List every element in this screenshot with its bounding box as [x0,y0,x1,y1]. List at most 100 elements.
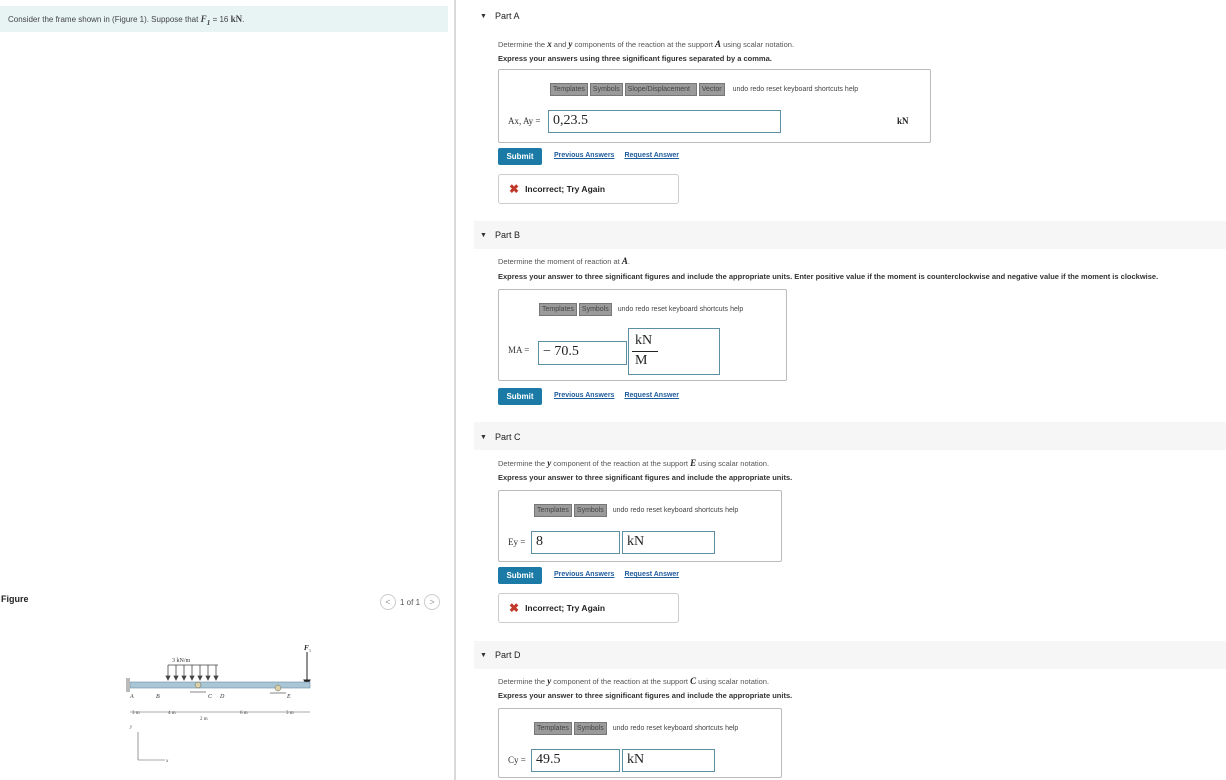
unit-numerator: kN [635,333,653,348]
part-b-band [474,221,1226,249]
point-b: B [156,694,160,700]
force-arrow [303,652,311,686]
undo-button[interactable]: undo [733,86,749,93]
symbols-button[interactable]: Symbols [589,83,623,96]
request-answer-link[interactable]: Request Answer [624,152,679,159]
part-a-feedback: ✖ Incorrect; Try Again [498,174,679,204]
axes [137,732,165,761]
templates-button[interactable]: Templates [539,303,577,316]
redo-button[interactable]: redo [630,725,644,732]
reset-button[interactable]: reset [646,507,662,514]
reset-button[interactable]: reset [766,86,782,93]
roller-support-e [274,684,282,692]
point-d: D [219,694,225,700]
force-subscript: 1 [206,17,211,27]
redo-button[interactable]: redo [630,507,644,514]
collapse-icon[interactable]: ▼ [480,13,487,20]
part-c-value-input[interactable]: 8 [531,531,620,554]
part-a-header[interactable]: ▼ Part A [480,11,519,21]
part-d-header[interactable]: ▼ Part D [480,650,520,660]
dim-bc: 4 m [168,711,176,716]
keyboard-shortcuts-button[interactable]: keyboard shortcuts [669,306,728,313]
previous-answers-link[interactable]: Previous Answers [554,392,614,399]
vector-button[interactable]: Vector [698,83,725,96]
redo-button[interactable]: redo [750,86,764,93]
part-b-value-input[interactable]: − 70.5 [538,341,627,365]
part-d-title: Part D [494,650,521,660]
previous-answers-link[interactable]: Previous Answers [554,152,614,159]
part-b-links: Previous Answers Request Answer [554,392,679,399]
part-b-answer-box: Templates Symbols undo redo reset keyboa… [498,289,787,381]
part-b-header[interactable]: ▼ Part B [480,230,520,240]
keyboard-shortcuts-button[interactable]: keyboard shortcuts [664,507,723,514]
previous-answers-link[interactable]: Previous Answers [554,571,614,578]
help-button[interactable]: help [845,86,858,93]
symbols-button[interactable]: Symbols [578,303,612,316]
axis-x-label: x [165,759,169,764]
templates-button[interactable]: Templates [550,83,588,96]
reset-button[interactable]: reset [646,725,662,732]
figure-label: Figure [1,594,29,604]
request-answer-link[interactable]: Request Answer [624,392,679,399]
symbols-button[interactable]: Symbols [573,504,607,517]
dim-ef: 3 m [286,711,294,716]
request-answer-link[interactable]: Request Answer [624,571,679,578]
undo-button[interactable]: undo [613,725,629,732]
keyboard-shortcuts-button[interactable]: keyboard shortcuts [784,86,843,93]
part-b-submit-button[interactable]: Submit [498,388,542,405]
part-d-unit-input[interactable]: kN [622,749,715,772]
part-d-band [474,641,1226,669]
undo-button[interactable]: undo [618,306,634,313]
part-c-instruction: Express your answer to three significant… [498,473,793,482]
part-d-var-label: Cy = [508,755,526,765]
part-d-answer-box: Templates Symbols undo redo reset keyboa… [498,708,782,778]
collapse-icon[interactable]: ▼ [480,652,487,659]
reset-button[interactable]: reset [651,306,667,313]
distributed-load [165,664,219,681]
part-d-value-input[interactable]: 49.5 [531,749,620,772]
part-d-description: Determine the y component of the reactio… [498,676,770,686]
part-c-title: Part C [494,432,521,442]
help-button[interactable]: help [725,507,738,514]
part-b-var-label: MA = [508,345,530,355]
symbols-button[interactable]: Symbols [573,722,607,735]
point-c: C [208,694,213,700]
prev-figure-icon[interactable]: < [380,594,396,610]
help-button[interactable]: help [730,306,743,313]
force-value: = 16 [212,15,229,24]
incorrect-icon: ✖ [509,182,520,196]
part-a-submit-button[interactable]: Submit [498,148,542,165]
keyboard-shortcuts-button[interactable]: keyboard shortcuts [664,725,723,732]
part-c-description: Determine the y component of the reactio… [498,458,770,468]
templates-button[interactable]: Templates [534,722,572,735]
beam [129,681,311,689]
part-a-toolbar: Templates Symbols Slope/Displacement Vec… [550,83,858,96]
force-label-sub: 1 [309,648,311,653]
left-panel: Consider the frame shown in (Figure 1). … [0,0,456,780]
part-a-unit: kN [897,116,909,126]
help-button[interactable]: help [725,725,738,732]
part-a-links: Previous Answers Request Answer [554,152,679,159]
part-b-unit-input[interactable]: kN M [628,328,720,375]
part-a-var-label: Ax, Ay = [508,116,541,126]
part-a-title: Part A [494,11,520,21]
part-b-description: Determine the moment of reaction at A. [498,256,630,266]
templates-button[interactable]: Templates [534,504,572,517]
part-a-description: Determine the x and y components of the … [498,39,795,49]
part-c-unit-input[interactable]: kN [622,531,715,554]
part-c-submit-button[interactable]: Submit [498,567,542,584]
slope-displacement-button[interactable]: Slope/Displacement [624,83,697,96]
unit-denominator: M [635,353,648,368]
collapse-icon[interactable]: ▼ [480,434,487,441]
part-a-answer-input[interactable]: 0,23.5 [548,110,781,133]
redo-button[interactable]: redo [635,306,649,313]
next-figure-icon[interactable]: > [424,594,441,610]
undo-button[interactable]: undo [613,507,629,514]
problem-statement: Consider the frame shown in (Figure 1). … [0,6,448,32]
incorrect-icon: ✖ [509,601,520,615]
frame-figure: 3 kN/m F 1 A B C D E 3 m 4 m 2 m 6 m 3 m… [126,644,311,764]
part-a-instruction: Express your answers using three signifi… [498,54,772,63]
part-c-header[interactable]: ▼ Part C [480,432,520,442]
collapse-icon[interactable]: ▼ [480,232,487,239]
wall-support [126,678,130,692]
